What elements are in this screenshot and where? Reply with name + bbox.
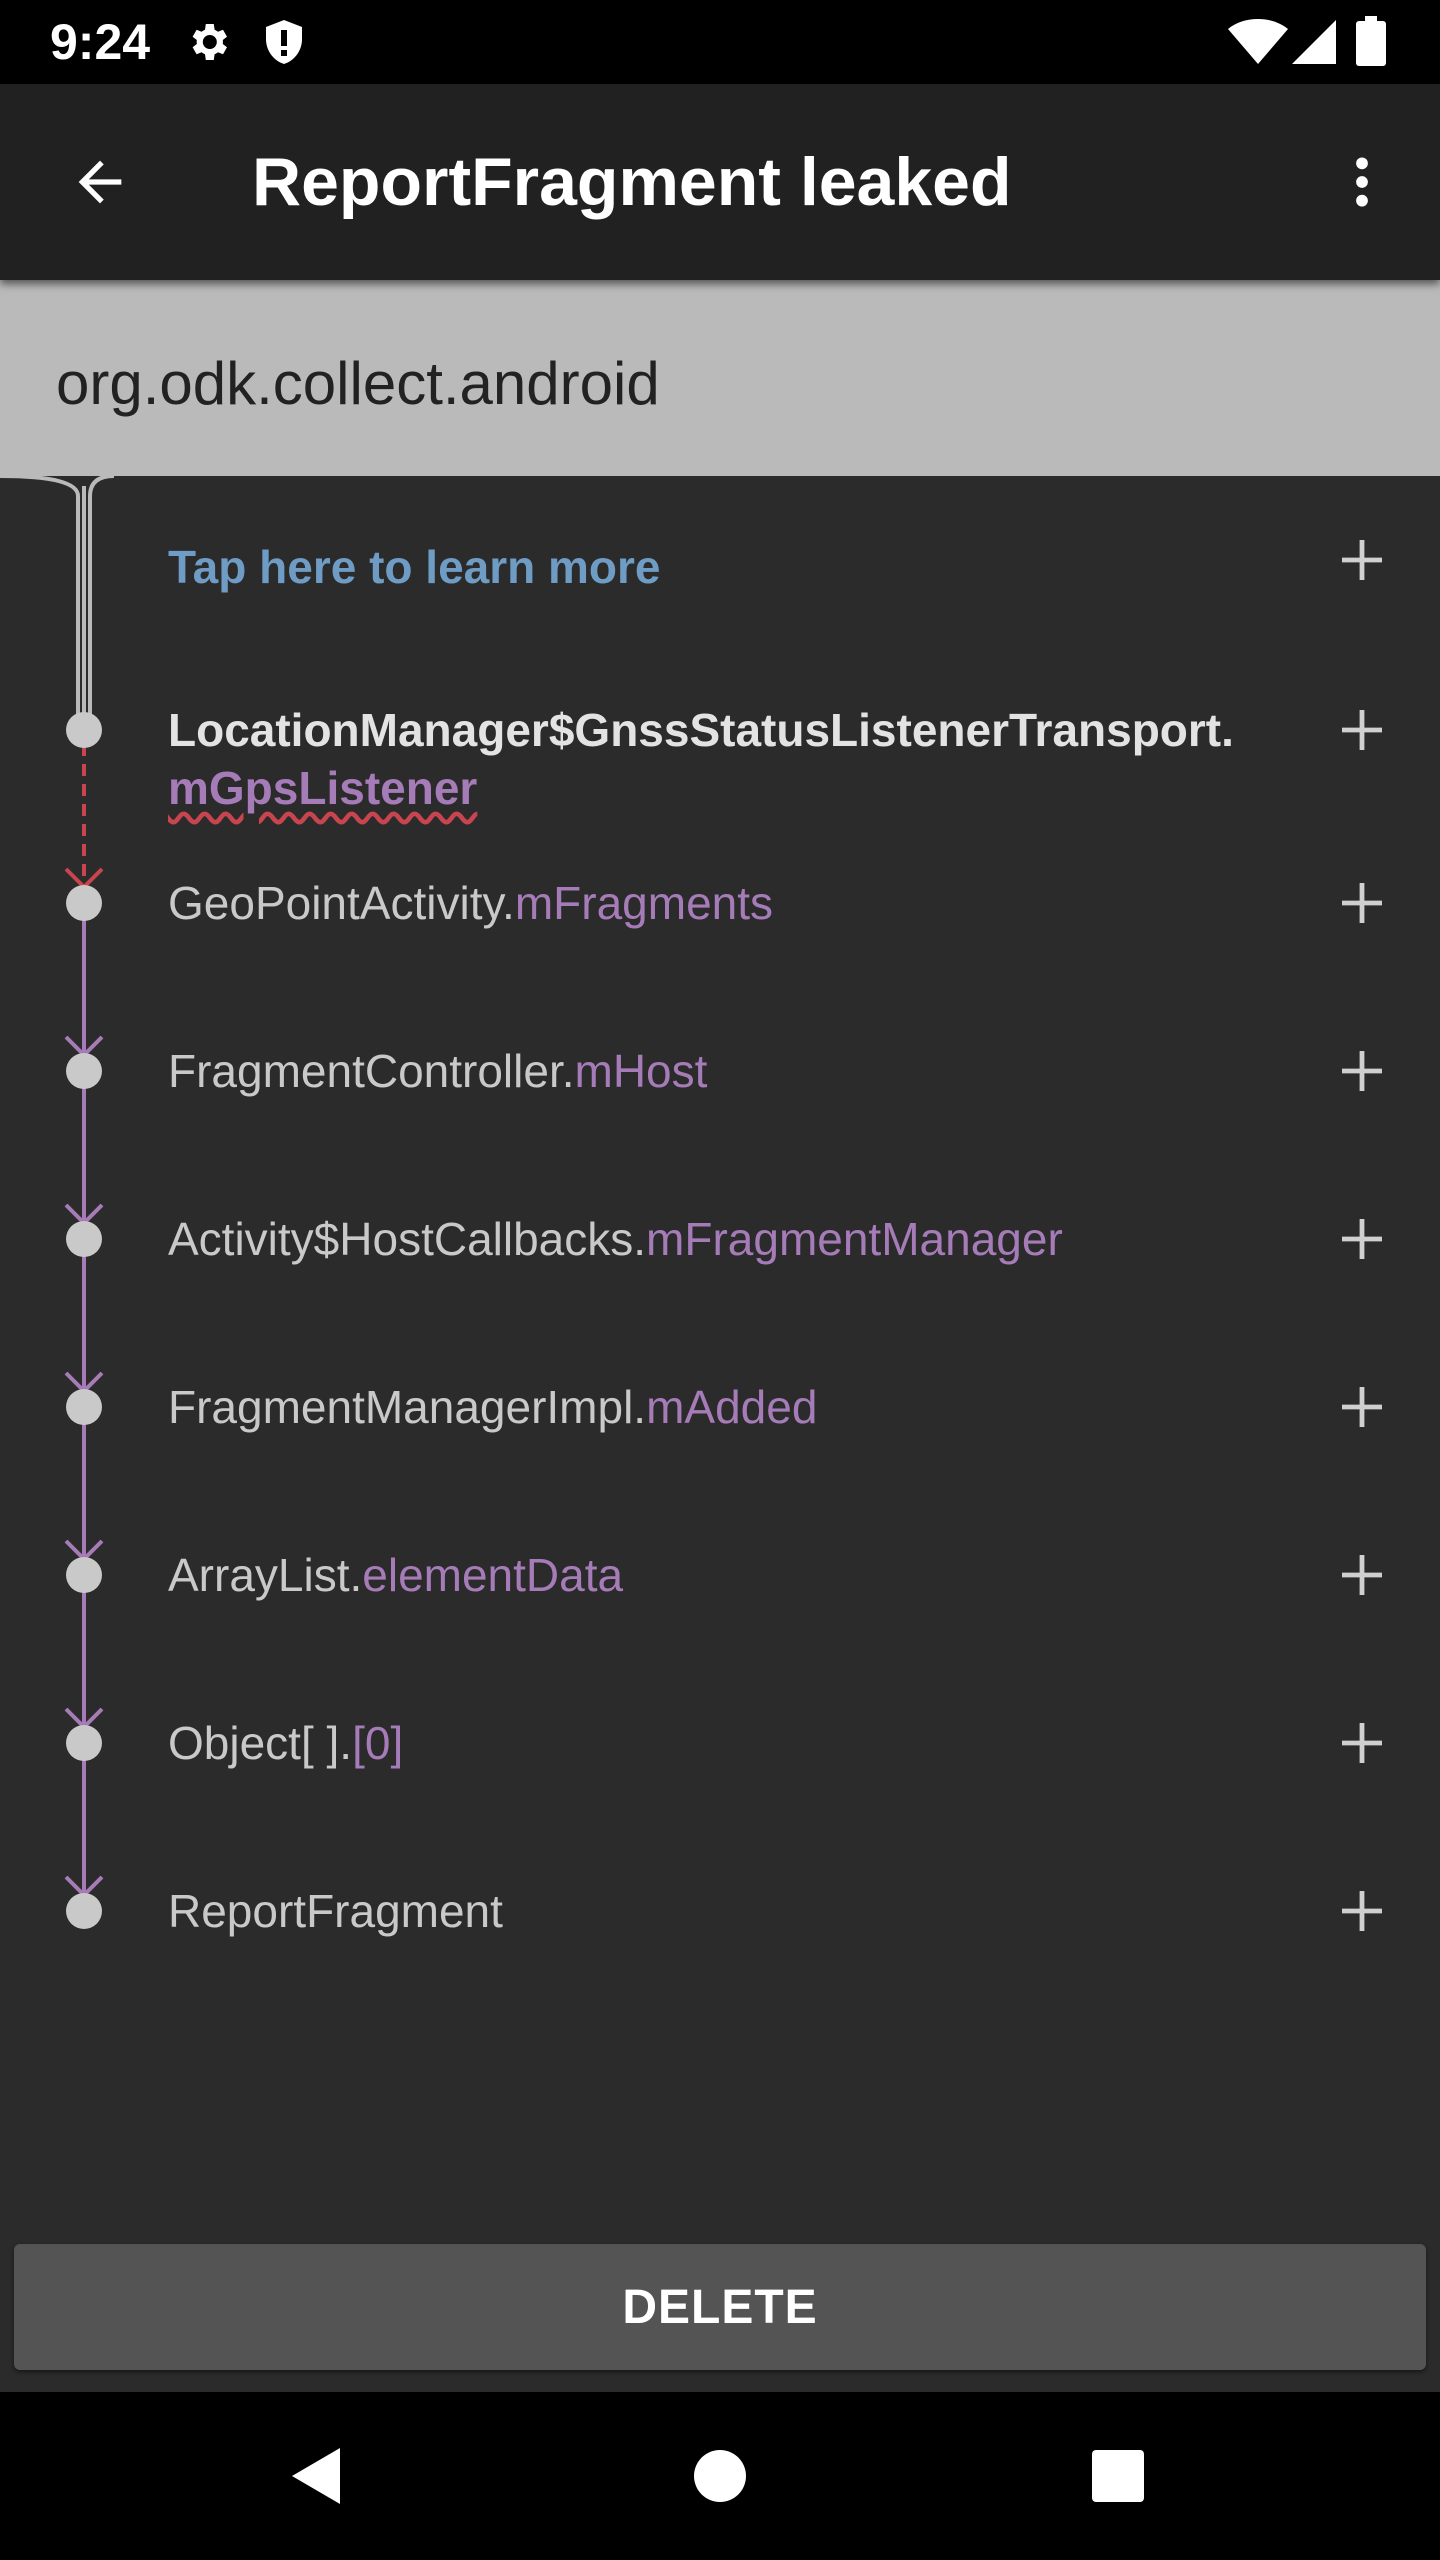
trace-owner-class: Activity$HostCallbacks.	[168, 1213, 647, 1265]
more-vert-icon	[1356, 157, 1368, 207]
package-banner: org.odk.collect.android	[0, 280, 1440, 478]
expand-button[interactable]	[1322, 1535, 1402, 1615]
trace-owner-class: FragmentController.	[168, 1045, 575, 1097]
leak-trace-panel: Tap here to learn more LocationManager$G…	[0, 476, 1440, 2392]
delete-button[interactable]: DELETE	[14, 2244, 1426, 2370]
trace-row[interactable]: Activity$HostCallbacks.mFragmentManager	[0, 1181, 1440, 1301]
plus-icon	[1342, 1387, 1382, 1427]
status-bar: 9:24	[0, 0, 1440, 84]
trace-reference-field: mAdded	[646, 1381, 818, 1433]
trace-owner-class: GeoPointActivity.	[168, 877, 515, 929]
trace-row-label: FragmentManagerImpl.mAdded	[168, 1378, 817, 1436]
trace-row[interactable]: FragmentController.mHost	[0, 1013, 1440, 1133]
learn-more-link[interactable]: Tap here to learn more	[168, 538, 661, 596]
trace-row-label: LocationManager$GnssStatusListenerTransp…	[168, 701, 1234, 817]
plus-icon	[1342, 540, 1382, 580]
arrow-back-icon	[78, 160, 122, 204]
trace-reference-field: mFragmentManager	[646, 1213, 1063, 1265]
app-bar: ReportFragment leaked	[0, 84, 1440, 280]
plus-icon	[1342, 710, 1382, 750]
expand-button[interactable]	[1322, 520, 1402, 600]
wifi-icon	[1228, 18, 1288, 71]
cell-signal-icon	[1292, 18, 1336, 71]
trace-reference-field: mGpsListener	[168, 762, 478, 814]
battery-icon	[1356, 16, 1386, 71]
navigation-bar	[0, 2392, 1440, 2560]
expand-button[interactable]	[1322, 1703, 1402, 1783]
recents-square-icon	[1092, 2450, 1144, 2502]
trace-owner-class: LocationManager$GnssStatusListenerTransp…	[168, 704, 1234, 756]
expand-button[interactable]	[1322, 690, 1402, 770]
plus-icon	[1342, 1219, 1382, 1259]
trace-row-label: ArrayList.elementData	[168, 1546, 623, 1604]
nav-home-button[interactable]	[670, 2426, 770, 2526]
back-button[interactable]	[50, 132, 150, 232]
expand-button[interactable]	[1322, 1871, 1402, 1951]
trace-row-label: Activity$HostCallbacks.mFragmentManager	[168, 1210, 1063, 1268]
trace-row[interactable]: Object[ ].[0]	[0, 1685, 1440, 1805]
plus-icon	[1342, 883, 1382, 923]
expand-button[interactable]	[1322, 1031, 1402, 1111]
trace-row[interactable]: LocationManager$GnssStatusListenerTransp…	[0, 672, 1440, 814]
trace-owner-class: Object[ ].	[168, 1717, 353, 1769]
nav-recents-button[interactable]	[1068, 2426, 1168, 2526]
plus-icon	[1342, 1723, 1382, 1763]
trace-row-label: Object[ ].[0]	[168, 1714, 403, 1772]
overflow-menu-button[interactable]	[1312, 132, 1412, 232]
trace-row-label: FragmentController.mHost	[168, 1042, 707, 1100]
trace-row-label: ReportFragment	[168, 1882, 503, 1940]
page-title: ReportFragment leaked	[252, 144, 1012, 220]
expand-button[interactable]	[1322, 1367, 1402, 1447]
trace-reference-field: [0]	[352, 1717, 404, 1769]
trace-reference-field: elementData	[362, 1549, 624, 1601]
trace-reference-field: mFragments	[514, 877, 774, 929]
trace-row-label: GeoPointActivity.mFragments	[168, 874, 773, 932]
shield-icon	[262, 18, 306, 71]
package-name: org.odk.collect.android	[56, 350, 660, 417]
gear-icon	[184, 18, 232, 71]
expand-button[interactable]	[1322, 863, 1402, 943]
status-time: 9:24	[50, 14, 151, 70]
trace-row[interactable]: ReportFragment	[0, 1853, 1440, 1973]
plus-icon	[1342, 1891, 1382, 1931]
trace-row[interactable]: GeoPointActivity.mFragments	[0, 845, 1440, 965]
expand-button[interactable]	[1322, 1199, 1402, 1279]
trace-owner-class: FragmentManagerImpl.	[168, 1381, 647, 1433]
back-triangle-icon	[292, 2448, 340, 2504]
nav-back-button[interactable]	[266, 2426, 366, 2526]
trace-owner-class: ReportFragment	[168, 1885, 503, 1937]
home-circle-icon	[694, 2450, 746, 2502]
trace-row[interactable]: ArrayList.elementData	[0, 1517, 1440, 1637]
trace-reference-field: mHost	[574, 1045, 708, 1097]
plus-icon	[1342, 1555, 1382, 1595]
learn-more-row[interactable]: Tap here to learn more	[0, 476, 1440, 596]
trace-row[interactable]: FragmentManagerImpl.mAdded	[0, 1349, 1440, 1469]
plus-icon	[1342, 1051, 1382, 1091]
trace-owner-class: ArrayList.	[168, 1549, 363, 1601]
